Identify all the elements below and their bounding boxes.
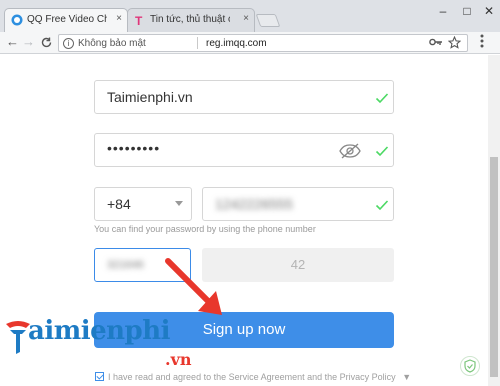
phone-hint-text: You can find your password by using the … — [94, 224, 316, 234]
close-tab-icon[interactable]: × — [243, 13, 249, 24]
minimize-button[interactable]: – — [436, 4, 450, 18]
hide-password-eye-icon[interactable] — [339, 143, 361, 159]
back-icon[interactable]: ← — [6, 34, 19, 49]
info-icon[interactable]: i — [63, 38, 74, 49]
svg-text:T: T — [135, 14, 143, 26]
valid-check-icon — [375, 200, 389, 211]
scrollbar-thumb[interactable] — [490, 157, 498, 377]
password-value: ••••••••• — [107, 140, 161, 156]
bookmark-star-icon[interactable] — [448, 36, 461, 49]
tab-title: QQ Free Video Chat, Eng — [27, 14, 107, 25]
close-tab-icon[interactable]: × — [116, 13, 122, 24]
phone-number-value: 1242226555 — [215, 196, 293, 212]
tab-title: Tin tức, thủ thuật công n — [150, 14, 230, 25]
address-bar[interactable]: i Không bảo mật reg.imqq.com — [58, 34, 468, 52]
tab-bar: QQ Free Video Chat, Eng × T Tin tức, thủ… — [0, 0, 500, 32]
phone-number-input[interactable]: 1242226555 — [202, 187, 394, 221]
password-input[interactable]: ••••••••• — [94, 133, 394, 167]
tab-taimienphi[interactable]: T Tin tức, thủ thuật công n × — [127, 8, 255, 32]
caret-down-icon: ▼ — [402, 372, 412, 382]
maximize-button[interactable]: □ — [460, 4, 474, 18]
reload-icon[interactable] — [40, 36, 53, 49]
window-close-button[interactable]: ✕ — [482, 4, 496, 18]
resend-code-button[interactable]: 42 — [202, 248, 394, 282]
security-shield-badge[interactable] — [460, 356, 480, 376]
verification-code-value: 321646 — [107, 259, 144, 271]
forward-icon[interactable]: → — [22, 34, 35, 49]
country-code-select[interactable]: +84 — [94, 187, 192, 221]
menu-icon[interactable] — [480, 34, 484, 48]
watermark-suffix: .vn — [165, 350, 192, 369]
chevron-down-icon — [175, 201, 183, 206]
security-label: Không bảo mật — [78, 38, 146, 49]
url-text: reg.imqq.com — [206, 38, 267, 49]
shield-check-icon — [464, 359, 476, 373]
agreement-row[interactable]: I have read and agreed to the Service Ag… — [95, 372, 411, 382]
agreement-text: I have read and agreed to the Service Ag… — [108, 372, 396, 382]
valid-check-icon — [375, 93, 389, 104]
watermark-brand: aimienphi — [28, 316, 171, 346]
qq-favicon-icon — [11, 14, 23, 26]
agreement-checkbox[interactable] — [95, 372, 104, 381]
username-input[interactable]: Taimienphi.vn — [94, 80, 394, 114]
key-icon[interactable] — [429, 37, 443, 47]
new-tab-button[interactable] — [255, 14, 281, 27]
address-divider — [197, 37, 198, 49]
browser-toolbar: ← → i Không bảo mật reg.imqq.com — [0, 32, 500, 54]
tab-qq[interactable]: QQ Free Video Chat, Eng × — [4, 8, 128, 32]
taimienphi-favicon-icon: T — [135, 14, 143, 26]
username-value: Taimienphi.vn — [107, 89, 193, 105]
country-code-value: +84 — [107, 196, 131, 212]
valid-check-icon — [375, 146, 389, 157]
annotation-arrow-icon — [165, 258, 222, 315]
